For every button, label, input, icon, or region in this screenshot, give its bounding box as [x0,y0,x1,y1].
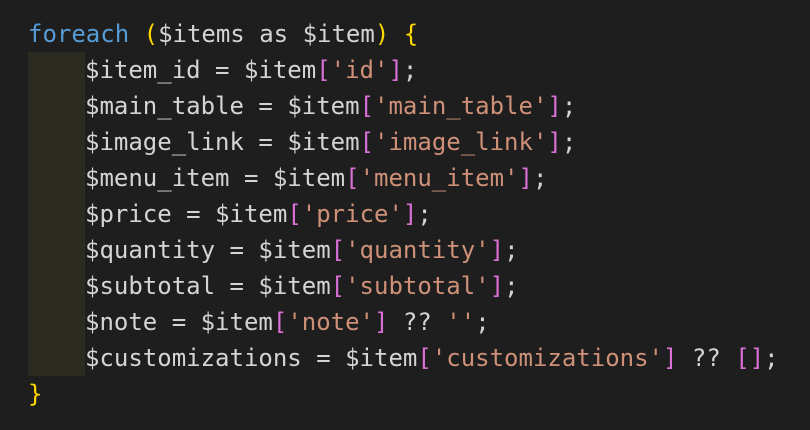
var-source: $item [258,272,331,300]
code-line: $note = $item['note'] ?? ''; [28,304,779,340]
indent-guide [28,340,85,376]
string-key: 'price' [301,200,403,228]
var-name: $price [85,200,172,228]
semicolon: ; [504,236,519,264]
keyword-foreach: foreach [28,20,130,48]
bracket-close: ] [402,200,418,228]
string-key: 'menu_item' [359,164,519,192]
indent-guide [28,196,85,232]
var-name: $note [85,308,158,336]
bracket-close: ] [374,308,389,336]
var-name: $menu_item [85,164,230,192]
bracket-close: ] [518,164,533,192]
code-line: $menu_item = $item['menu_item']; [28,160,779,196]
code-line: $image_link = $item['image_link']; [28,124,779,160]
var-source: $item [345,344,418,372]
var-source: $item [272,164,346,192]
var-name: $subtotal [85,272,216,300]
assign-operator: = [258,128,273,156]
coalesce-operator: ?? [402,308,432,336]
string-key: 'id' [330,56,389,84]
keyword-as: as [259,20,289,48]
code-line: $customizations = $item['customizations'… [28,340,779,376]
string-key: 'quantity' [345,236,490,264]
string-key: 'note' [287,308,375,336]
coalesce-operator: ?? [691,344,721,372]
code-line-foreach: foreach ($items as $item) { [28,16,779,52]
semicolon: ; [561,92,577,120]
semicolon: ; [504,272,519,300]
var-source: $item [243,56,317,84]
bracket-open: [ [330,272,346,300]
indent-guide [28,160,85,196]
string-key: 'subtotal' [345,272,490,300]
var-item: $item [302,20,375,48]
assign-operator: = [229,236,244,264]
bracket-open: [ [359,92,375,120]
indent-guide [28,268,85,304]
indent-guide [28,124,85,160]
code-line-close: } [28,376,779,412]
string-key: 'customizations' [431,344,663,372]
bracket-open: [ [330,236,346,264]
code-line: $quantity = $item['quantity']; [28,232,779,268]
code-editor[interactable]: foreach ($items as $item) { $item_id = $… [0,0,810,430]
paren-open: ( [143,20,159,48]
var-source: $item [215,200,288,228]
var-items: $items [158,20,245,48]
code-line: $main_table = $item['main_table']; [28,88,779,124]
bracket-open: [ [417,344,432,372]
indent-guide [28,232,85,268]
var-source: $item [258,236,331,264]
var-source: $item [287,92,360,120]
assign-operator: = [258,92,273,120]
var-name: $quantity [85,236,216,264]
semicolon: ; [475,308,490,336]
assign-operator: = [316,344,331,372]
assign-operator: = [186,200,201,228]
indent-guide [28,88,85,124]
semicolon: ; [561,128,577,156]
string-key: 'main_table' [374,92,548,120]
bracket-close: ] [547,92,562,120]
brace-close: } [28,380,43,408]
var-source: $item [287,128,360,156]
string-key: 'image_link' [374,128,548,156]
semicolon: ; [764,344,779,372]
bracket-open: [ [359,128,375,156]
var-name: $image_link [85,128,244,156]
code-line: $subtotal = $item['subtotal']; [28,268,779,304]
default-string: '' [446,308,476,336]
assign-operator: = [215,56,230,84]
semicolon: ; [417,200,432,228]
var-name: $customizations [85,344,302,372]
var-name: $main_table [85,92,244,120]
bracket-close: ] [489,236,505,264]
indent-guide [28,52,85,88]
assign-operator: = [229,272,244,300]
bracket-close: ] [547,128,562,156]
bracket-open: [ [287,200,302,228]
assign-operator: = [243,164,259,192]
default-array: [] [735,344,765,372]
var-source: $item [200,308,273,336]
bracket-close: ] [663,344,678,372]
var-name: $item_id [85,56,201,84]
code-line: $price = $item['price']; [28,196,779,232]
bracket-close: ] [388,56,403,84]
bracket-open: [ [345,164,360,192]
bracket-close: ] [489,272,505,300]
bracket-open: [ [316,56,331,84]
bracket-open: [ [272,308,288,336]
indent-guide [28,304,85,340]
code-line: $item_id = $item['id']; [28,52,779,88]
paren-close: ) [374,20,390,48]
assign-operator: = [171,308,187,336]
semicolon: ; [402,56,418,84]
brace-open: { [403,20,419,48]
semicolon: ; [532,164,548,192]
code-block: foreach ($items as $item) { $item_id = $… [28,16,779,412]
